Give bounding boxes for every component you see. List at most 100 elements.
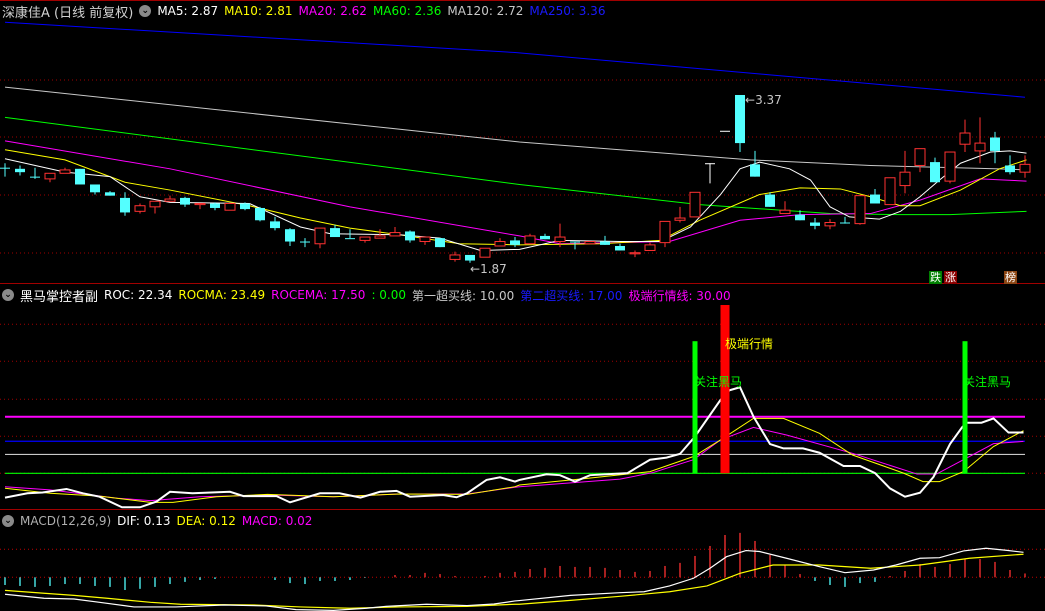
candle-body-up	[659, 220, 671, 244]
candle-body-up	[914, 148, 926, 166]
chevron-down-icon[interactable]: ⌄	[2, 515, 14, 527]
chevron-down-icon[interactable]: ⌄	[139, 5, 152, 17]
candle-body-up	[824, 222, 836, 227]
candle-body-up	[629, 252, 641, 255]
candle-body-down	[810, 222, 820, 226]
extreme-signal-label: 极端行情	[725, 337, 774, 351]
candle-body-down	[465, 254, 475, 261]
candle-body-up	[974, 142, 986, 152]
candle-body-down	[795, 214, 805, 221]
macd-header: ⌄ MACD(12,26,9) DIF: 0.13 DEA: 0.12 MACD…	[2, 512, 312, 530]
macd-line-dif	[4, 547, 1024, 611]
candle-body-down	[300, 241, 310, 243]
candle-body-up	[359, 236, 371, 241]
candle-body-down	[570, 241, 580, 243]
candle-body-down	[285, 229, 295, 242]
candle-body-down	[120, 197, 130, 213]
candle-body-down	[990, 137, 1000, 151]
first-overbought-label: 第一超买线: 10.00	[412, 288, 515, 303]
candle-body-down	[0, 167, 10, 169]
candle-body-up	[149, 200, 161, 208]
chevron-down-icon[interactable]: ⌄	[2, 289, 14, 301]
candle-body-up	[44, 172, 56, 180]
zero-line-label: : 0.00	[371, 288, 407, 302]
ma-line-ma250	[4, 21, 1026, 98]
ma5-label: MA5: 2.87	[157, 4, 219, 18]
macd-value-label: MACD: 0.02	[241, 514, 313, 528]
candle-body-up	[854, 195, 866, 225]
candle-body-down	[255, 207, 265, 221]
roc-line-rocema	[4, 426, 1024, 502]
candle-body-up	[59, 169, 71, 174]
candle-body-down	[90, 184, 100, 193]
candle-body-down	[15, 168, 25, 173]
candle-body-up	[644, 244, 656, 251]
candle-body-up	[479, 247, 491, 258]
watch-signal-label-2: 关注黑马	[963, 375, 1012, 389]
high-price-marker: ←3.37	[745, 93, 782, 107]
candle-body-up	[224, 202, 236, 211]
ma10-label: MA10: 2.81	[224, 4, 293, 18]
candle-body-up	[779, 209, 791, 215]
candle-body-up	[389, 232, 401, 237]
low-price-label: 1.87	[480, 262, 507, 276]
candle-body-flat	[720, 130, 730, 132]
list-badge[interactable]: 榜	[1004, 271, 1017, 284]
second-overbought-label: 第二超买线: 17.00	[520, 288, 623, 303]
watch-signal-label-1: 关注黑马	[694, 375, 743, 389]
candle-body-down	[870, 194, 880, 204]
candle-body-up	[419, 236, 431, 243]
roc-line-roc	[4, 386, 1024, 509]
candle-body-down	[615, 245, 625, 251]
signal-bar-watch	[962, 341, 968, 474]
rocma-label: ROCMA: 23.49	[178, 288, 266, 302]
candle-body-down	[765, 194, 775, 207]
candle-body-up	[524, 235, 536, 245]
candle-body-down	[180, 197, 190, 205]
candle-body-down	[510, 240, 520, 245]
stock-title: 深康佳A (日线 前复权)	[2, 5, 134, 21]
ma20-label: MA20: 2.62	[298, 4, 367, 18]
rocema-label: ROCEMA: 17.50	[271, 288, 366, 302]
candle-body-up	[899, 171, 911, 187]
macd-line-dea	[4, 553, 1024, 609]
high-price-label: 3.37	[755, 93, 782, 107]
roc-label: ROC: 22.34	[104, 288, 173, 302]
candle-body-down	[405, 231, 415, 241]
candle-body-up	[884, 177, 896, 206]
candle-body-down	[75, 168, 85, 185]
candle-body-down	[600, 241, 610, 245]
roc-line-rocma	[4, 417, 1024, 503]
candle-body-down	[240, 203, 250, 210]
candle-body-up	[314, 227, 326, 245]
dea-label: DEA: 0.12	[176, 514, 236, 528]
candle-body-down	[735, 94, 745, 144]
low-price-marker: ←1.87	[470, 262, 507, 276]
candle-body-flat	[705, 163, 715, 165]
candle-body-up	[374, 235, 386, 239]
ma-line-ma120	[4, 86, 1027, 171]
candle-body-up	[134, 205, 146, 212]
candle-body-up	[164, 198, 176, 202]
fall-rank-badge[interactable]: 跌	[929, 271, 942, 284]
signal-bar-watch	[692, 341, 698, 474]
candle-body-down	[840, 222, 850, 224]
ma120-label: MA120: 2.72	[447, 4, 524, 18]
candle-body-down	[930, 162, 940, 183]
candle-body-down	[435, 238, 445, 248]
ma250-label: MA250: 3.36	[529, 4, 606, 18]
candle-body-up	[554, 236, 566, 243]
candle-body-up	[449, 254, 461, 260]
candle-body-up	[584, 241, 596, 245]
candle-body-down	[330, 228, 340, 238]
dif-label: DIF: 0.13	[117, 514, 171, 528]
indicator-header: ⌄ 黑马掌控者副 ROC: 22.34 ROCMA: 23.49 ROCEMA:…	[2, 286, 731, 305]
candle-body-down	[270, 221, 280, 229]
candle-body-up	[1019, 163, 1031, 173]
candle-body-down	[30, 176, 40, 178]
rise-rank-badge[interactable]: 涨	[944, 271, 957, 284]
extreme-line-label: 极端行情线: 30.00	[628, 288, 731, 303]
ma60-label: MA60: 2.36	[372, 4, 442, 18]
candle-body-down	[1005, 165, 1015, 173]
candle-body-down	[750, 164, 760, 177]
